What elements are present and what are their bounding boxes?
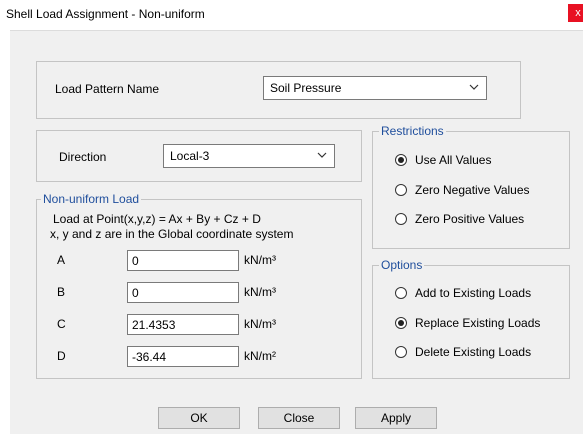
coef-d-input[interactable]: -36.44 bbox=[127, 346, 239, 367]
nonuniform-load-group: Non-uniform Load Load at Point(x,y,z) = … bbox=[36, 192, 362, 379]
formula-text: Load at Point(x,y,z) = Ax + By + Cz + D bbox=[53, 212, 261, 226]
direction-select[interactable]: Local-3 bbox=[163, 144, 335, 168]
options-group: Options Add to Existing Loads Replace Ex… bbox=[372, 258, 570, 379]
radio-unselected-icon bbox=[395, 346, 407, 358]
coef-c-label: C bbox=[57, 317, 66, 331]
restrictions-group: Restrictions Use All Values Zero Negativ… bbox=[372, 124, 570, 249]
load-pattern-value: Soil Pressure bbox=[270, 81, 342, 95]
option-delete-label: Delete Existing Loads bbox=[415, 345, 532, 359]
dialog-body: Load Pattern Name Soil Pressure Directio… bbox=[10, 30, 583, 434]
load-pattern-select[interactable]: Soil Pressure bbox=[263, 76, 487, 100]
coef-d-label: D bbox=[57, 349, 66, 363]
restriction-zero-negative-label: Zero Negative Values bbox=[415, 183, 530, 197]
coef-c-unit: kN/m³ bbox=[244, 317, 276, 331]
close-icon[interactable]: x bbox=[568, 4, 583, 22]
load-pattern-panel: Load Pattern Name Soil Pressure bbox=[36, 61, 521, 119]
options-title: Options bbox=[379, 258, 425, 272]
restriction-zero-positive-label: Zero Positive Values bbox=[415, 212, 525, 226]
radio-unselected-icon bbox=[395, 287, 407, 299]
radio-selected-icon bbox=[395, 317, 407, 329]
close-button[interactable]: Close bbox=[258, 407, 340, 429]
radio-selected-icon bbox=[395, 154, 407, 166]
chevron-down-icon bbox=[469, 84, 479, 90]
nonuniform-title: Non-uniform Load bbox=[41, 192, 142, 206]
direction-panel: Direction Local-3 bbox=[36, 130, 362, 182]
coef-b-input[interactable]: 0 bbox=[127, 282, 239, 303]
coordinate-note: x, y and z are in the Global coordinate … bbox=[50, 227, 294, 241]
window-title: Shell Load Assignment - Non-uniform bbox=[6, 7, 205, 21]
title-bar: Shell Load Assignment - Non-uniform x bbox=[0, 0, 583, 30]
restrictions-title: Restrictions bbox=[379, 124, 446, 138]
restriction-use-all-label: Use All Values bbox=[415, 153, 492, 167]
apply-button[interactable]: Apply bbox=[355, 407, 437, 429]
coef-d-unit: kN/m² bbox=[244, 349, 276, 363]
coef-a-label: A bbox=[57, 253, 66, 267]
load-pattern-label: Load Pattern Name bbox=[55, 82, 160, 96]
coef-b-unit: kN/m³ bbox=[244, 285, 276, 299]
chevron-down-icon bbox=[317, 152, 327, 158]
coef-b-label: B bbox=[57, 285, 66, 299]
option-replace-label: Replace Existing Loads bbox=[415, 316, 541, 330]
direction-value: Local-3 bbox=[170, 149, 210, 163]
ok-button[interactable]: OK bbox=[158, 407, 240, 429]
radio-unselected-icon bbox=[395, 184, 407, 196]
option-add-label: Add to Existing Loads bbox=[415, 286, 532, 300]
coef-a-input[interactable]: 0 bbox=[127, 250, 239, 271]
radio-unselected-icon bbox=[395, 213, 407, 225]
coef-a-unit: kN/m³ bbox=[244, 253, 276, 267]
coef-c-input[interactable]: 21.4353 bbox=[127, 314, 239, 335]
direction-label: Direction bbox=[59, 150, 107, 164]
